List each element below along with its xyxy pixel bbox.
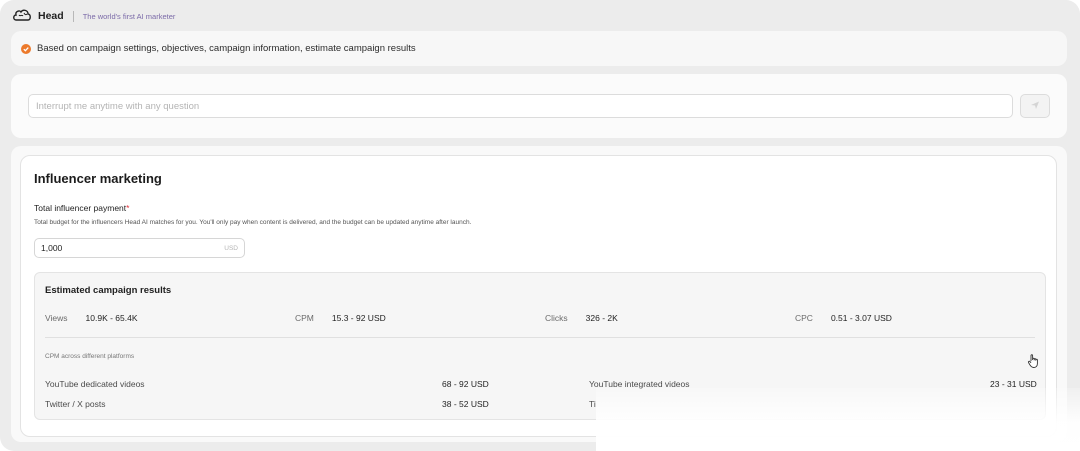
metric-value: 326 - 2K [585,313,618,323]
budget-input[interactable]: 1,000 USD [34,238,245,258]
metric-label: Clicks [545,313,568,323]
platform-name: YouTube dedicated videos [45,379,145,389]
payment-label: Total influencer payment* [34,203,129,213]
send-icon [1030,97,1040,115]
platform-name: Twitter / X posts [45,399,106,409]
metric-label: CPM [295,313,314,323]
metric-cpm: CPM 15.3 - 92 USD [295,313,386,323]
metric-value: 10.9K - 65.4K [85,313,138,323]
metric-label: Views [45,313,68,323]
top-bar: Head The world's first AI marketer [12,6,175,26]
required-mark: * [126,203,130,213]
header-divider [72,10,74,22]
status-message: Based on campaign settings, objectives, … [11,31,1067,66]
platform-value: 23 - 31 USD [990,379,1037,389]
payment-label-text: Total influencer payment [34,203,127,213]
tagline: The world's first AI marketer [82,11,176,21]
brand-name: Head [38,10,64,22]
results-title: Estimated campaign results [45,285,172,296]
influencer-marketing-card: Influencer marketing Total influencer pa… [20,155,1057,437]
platform-value: 68 - 92 USD [442,379,489,389]
budget-value: 1,000 [41,243,63,253]
send-button[interactable] [1020,94,1050,118]
brain-logo-icon[interactable] [12,8,32,24]
status-text: Based on campaign settings, objectives, … [37,43,416,54]
metric-views: Views 10.9K - 65.4K [45,313,138,323]
chat-panel [11,74,1067,138]
metric-cpc: CPC 0.51 - 3.07 USD [795,313,892,323]
estimated-results-panel: Estimated campaign results Views 10.9K -… [34,272,1046,420]
cpm-platforms-label: CPM across different platforms [45,353,135,360]
payment-help-text: Total budget for the influencers Head AI… [34,219,472,226]
app-window: Head The world's first AI marketer Based… [0,0,1080,451]
hand-cursor-icon [1027,353,1041,369]
metric-label: CPC [795,313,813,323]
platform-name: YouTube integrated videos [589,379,690,389]
metric-value: 15.3 - 92 USD [331,313,386,323]
check-circle-icon [21,43,31,54]
metric-clicks: Clicks 326 - 2K [545,313,618,323]
platform-name: Ti [589,399,596,409]
section-title: Influencer marketing [34,171,162,186]
metric-value: 0.51 - 3.07 USD [830,313,892,323]
budget-unit: USD [224,244,238,252]
chat-input[interactable] [28,94,1013,118]
campaign-panel: Influencer marketing Total influencer pa… [11,146,1067,442]
results-divider [45,337,1035,338]
platform-value: 38 - 52 USD [442,399,489,409]
